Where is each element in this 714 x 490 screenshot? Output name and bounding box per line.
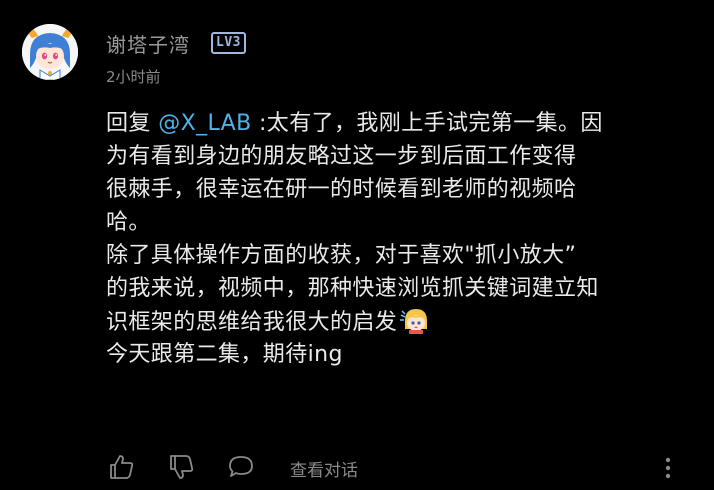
- view-conversation-link[interactable]: 查看对话: [290, 456, 358, 481]
- reply-prefix: 回复: [106, 111, 159, 136]
- avatar[interactable]: [22, 24, 78, 80]
- comment-actions: 查看对话: [106, 452, 696, 482]
- more-vertical-icon[interactable]: [656, 454, 680, 482]
- username[interactable]: 谢塔子湾: [106, 29, 190, 58]
- avatar-image: [22, 24, 78, 80]
- comment-line: 哈。: [106, 210, 151, 235]
- comment-bubble-icon[interactable]: [226, 452, 256, 482]
- comment-line: 为有看到身边的朋友略过这一步到后面工作变得: [106, 144, 577, 169]
- thumbs-up-icon[interactable]: [106, 452, 136, 482]
- comment-line: 回复 @X_LAB :太有了，我刚上手试完第一集。因: [106, 107, 696, 140]
- anime-girl-emoji-icon: [399, 305, 431, 335]
- comment-line: 的我来说，视频中，那种快速浏览抓关键词建立知: [106, 276, 599, 301]
- comment-line: 除了具体操作方面的收获，对于喜欢"抓小放大”: [106, 243, 577, 268]
- level-badge: LV3: [211, 32, 246, 54]
- comment-line: 今天跟第二集，期待ing: [106, 342, 343, 367]
- comment-line-text: :太有了，我刚上手试完第一集。因: [251, 111, 603, 136]
- comment-text: 回复 @X_LAB :太有了，我刚上手试完第一集。因 为有看到身边的朋友略过这一…: [106, 107, 696, 371]
- thumbs-down-icon[interactable]: [166, 452, 196, 482]
- comment-line: 识框架的思维给我很大的启发: [106, 305, 696, 338]
- comment-line: 很棘手，很幸运在研一的时候看到老师的视频哈: [106, 177, 577, 202]
- mention-link[interactable]: @X_LAB: [158, 111, 251, 136]
- comment-line-text: 识框架的思维给我很大的启发: [106, 310, 398, 335]
- timestamp: 2小时前: [106, 68, 161, 86]
